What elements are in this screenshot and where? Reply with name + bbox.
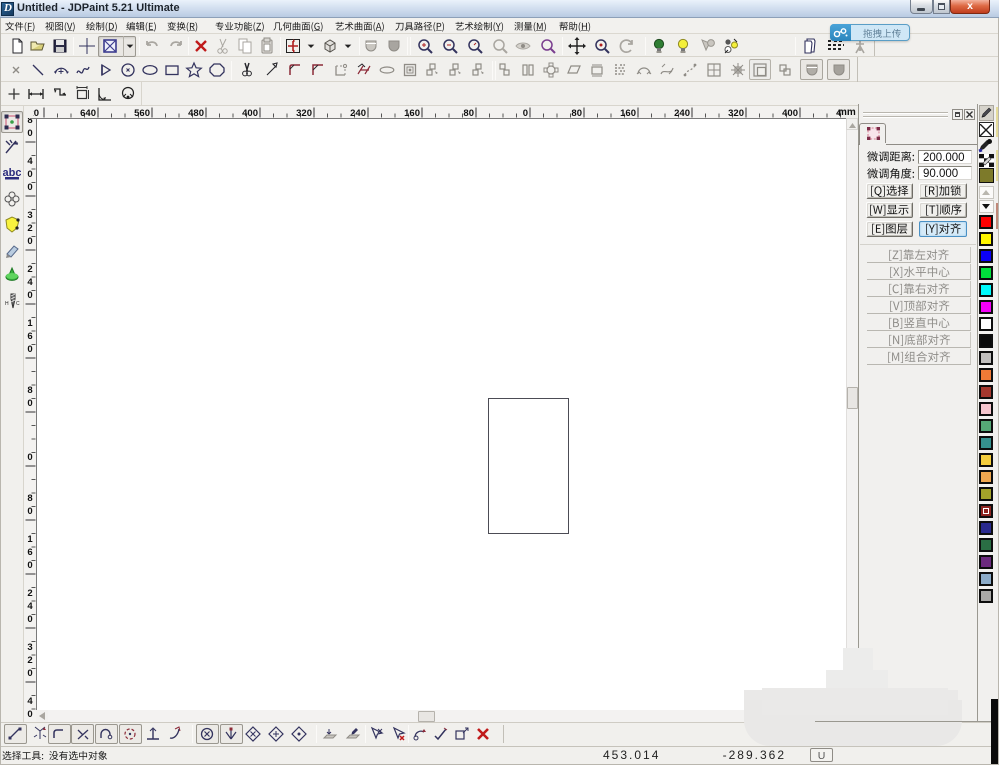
svg-text:0: 0 xyxy=(27,169,32,180)
svg-text:0: 0 xyxy=(27,709,32,720)
svg-text:3: 3 xyxy=(27,210,32,221)
svg-text:C: C xyxy=(16,301,20,307)
svg-text:1: 1 xyxy=(27,534,33,545)
svg-text:0: 0 xyxy=(27,560,32,571)
svg-text:4: 4 xyxy=(27,696,33,707)
svg-text:240: 240 xyxy=(674,108,690,118)
svg-text:3: 3 xyxy=(27,642,32,653)
svg-text:4: 4 xyxy=(27,601,33,612)
svg-text:2: 2 xyxy=(27,223,32,234)
svg-text:0: 0 xyxy=(523,108,528,118)
svg-text:6: 6 xyxy=(27,331,32,342)
svg-text:160: 160 xyxy=(404,108,420,118)
svg-text:80: 80 xyxy=(463,108,474,118)
svg-text:400: 400 xyxy=(242,108,258,118)
svg-text:480: 480 xyxy=(188,108,204,118)
svg-text:320: 320 xyxy=(296,108,312,118)
svg-text:640: 640 xyxy=(80,108,96,118)
svg-text:0: 0 xyxy=(27,398,32,409)
svg-text:0: 0 xyxy=(27,182,32,193)
svg-text:0: 0 xyxy=(27,128,32,139)
svg-text:2: 2 xyxy=(27,264,32,275)
svg-text:H: H xyxy=(5,301,9,307)
svg-text:240: 240 xyxy=(350,108,366,118)
svg-text:4: 4 xyxy=(27,277,33,288)
svg-text:8: 8 xyxy=(27,118,32,126)
svg-text:0: 0 xyxy=(27,344,32,355)
svg-text:320: 320 xyxy=(728,108,744,118)
svg-text:560: 560 xyxy=(134,108,150,118)
svg-text:160: 160 xyxy=(620,108,636,118)
svg-text:8: 8 xyxy=(27,385,32,396)
svg-text:0: 0 xyxy=(27,236,32,247)
svg-text:0: 0 xyxy=(27,614,32,625)
svg-text:0: 0 xyxy=(27,506,32,517)
svg-text:2: 2 xyxy=(27,655,32,666)
svg-text:0: 0 xyxy=(27,452,32,463)
svg-text:4: 4 xyxy=(27,156,33,167)
svg-text:80: 80 xyxy=(571,108,582,118)
svg-text:1: 1 xyxy=(27,318,33,329)
svg-text:8: 8 xyxy=(27,493,32,504)
svg-text:2: 2 xyxy=(27,588,32,599)
svg-text:720: 720 xyxy=(33,108,39,118)
svg-text:6: 6 xyxy=(27,547,32,558)
svg-text:0: 0 xyxy=(27,668,32,679)
svg-text:0: 0 xyxy=(27,290,32,301)
svg-text:400: 400 xyxy=(782,108,798,118)
